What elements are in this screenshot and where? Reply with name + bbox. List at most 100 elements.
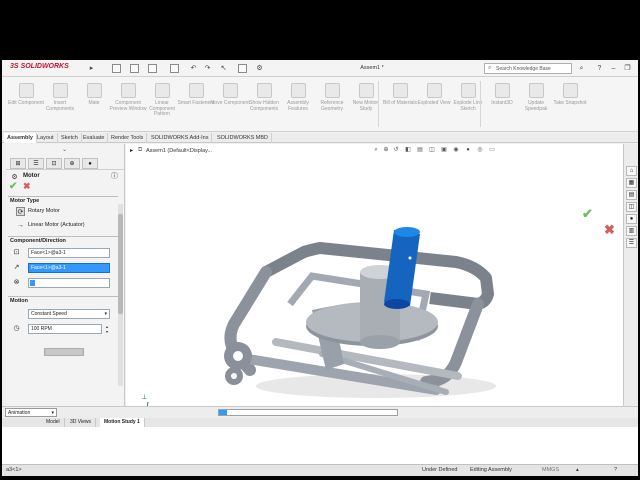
model-tabs-bar: Model 3D Views Motion Study 1 [2, 418, 638, 427]
cmd-label: Take Snapshot [553, 100, 587, 106]
motor-location-field[interactable]: Face<1>@a3-1 [28, 248, 110, 258]
section-divider [8, 296, 118, 297]
property-scrollbar[interactable] [118, 204, 123, 386]
search-placeholder: Search Knowledge Base [496, 66, 551, 72]
minimize-icon[interactable]: – [608, 63, 619, 74]
status-selection: a3<1> [6, 467, 22, 473]
playback-controls[interactable] [64, 408, 214, 417]
tab-3d-views[interactable]: 3D Views [66, 418, 97, 427]
relative-component-field[interactable] [28, 278, 110, 288]
speed-icon: ◷ [13, 325, 20, 332]
task-pane: ⌂ ▦ ▤ ◫ ● ▥ ☰ [623, 144, 638, 406]
print-icon[interactable] [170, 64, 179, 73]
rebuild-icon[interactable] [238, 64, 247, 73]
status-units-chevron-icon[interactable]: ▴ [576, 467, 579, 473]
new-document-icon[interactable] [112, 64, 121, 73]
view-palette-icon[interactable]: ◫ [626, 202, 637, 212]
search-icon: ⌕ [488, 65, 492, 71]
scrollbar-thumb[interactable] [118, 214, 123, 314]
menu-expand-icon[interactable]: ▸ [86, 63, 97, 74]
graph-preview [44, 348, 84, 356]
cmd-label: Instant3D [491, 100, 513, 106]
cmd-label: Edit Component [8, 100, 44, 106]
help-circle-icon[interactable]: ⓘ [110, 172, 119, 181]
cancel-x-button[interactable]: ✖ [23, 181, 31, 192]
timeline-marker[interactable] [219, 410, 227, 415]
document-title: Assem1 * [360, 65, 384, 71]
motion-type-select[interactable]: Constant Speed ▾ [28, 309, 110, 319]
ok-check-button[interactable]: ✔ [9, 181, 17, 192]
instant3d-icon [494, 83, 510, 98]
cmd-label: Mate [88, 100, 100, 106]
title-bar: 3S SOLIDWORKS ▸ ↶ ↷ ↖ ⚙ Assem1 * ⌕ Search… [2, 60, 638, 77]
tab-model[interactable]: Model [42, 418, 65, 427]
status-help-icon[interactable]: ? [614, 467, 617, 473]
panel-collapse-handle[interactable]: ⌄ [62, 146, 67, 153]
tab-motion-study-1[interactable]: Motion Study 1 [100, 418, 145, 427]
tab-assembly[interactable]: Assembly [4, 133, 37, 143]
linear-motor-icon[interactable]: → [16, 221, 25, 230]
tab-evaluate[interactable]: Evaluate [80, 133, 109, 143]
motor-cylinder-bottom [384, 299, 410, 309]
solidworks-resources-icon[interactable]: ⌂ [626, 166, 637, 176]
search-input[interactable]: ⌕ Search Knowledge Base [484, 63, 572, 74]
dimxpert-tab[interactable]: ⊕ [64, 158, 80, 169]
custom-properties-icon[interactable]: ▥ [626, 226, 637, 236]
tab-layout[interactable]: Layout [34, 133, 58, 143]
motion-timeline-area[interactable] [2, 427, 638, 464]
solidworks-window: 3S SOLIDWORKS ▸ ↶ ↷ ↖ ⚙ Assem1 * ⌕ Search… [2, 60, 638, 476]
help-icon[interactable]: ? [594, 63, 605, 74]
motor-location-icon: ⊡ [13, 249, 20, 256]
redo-icon[interactable]: ↷ [202, 63, 213, 74]
toolbar-separator [378, 81, 379, 127]
assembly-features-icon [290, 83, 306, 98]
appearances-icon[interactable]: ● [626, 214, 637, 224]
cmd-label: Bill of Materials [383, 100, 417, 106]
timeline-bar[interactable] [218, 409, 398, 416]
open-document-icon[interactable] [130, 64, 139, 73]
display-manager-tab[interactable]: ● [82, 158, 98, 169]
speedpak-icon [528, 83, 544, 98]
exploded-view-icon [426, 83, 442, 98]
select-arrow-icon[interactable]: ↖ [218, 63, 229, 74]
options-gear-icon[interactable]: ⚙ [254, 63, 265, 74]
view-triad-icon: ⟂ [142, 394, 147, 401]
motor-cylinder-top [394, 227, 420, 237]
linear-motor-option[interactable]: Linear Motor (Actuator) [28, 222, 85, 228]
motor-direction-field[interactable]: Face<1>@a3-1 [28, 263, 110, 273]
model-render [146, 227, 496, 406]
left-crank-hole [233, 351, 243, 361]
speed-input[interactable]: 100 RPM [28, 324, 102, 334]
status-units[interactable]: MMGS [542, 467, 559, 473]
window-restore-icon[interactable]: ❐ [622, 63, 633, 74]
move-component-icon [222, 83, 238, 98]
speed-spinner[interactable]: ▴ ▾ [104, 324, 110, 334]
design-library-icon[interactable]: ▦ [626, 178, 637, 188]
manager-tabs: ⊞ ☰ ⊡ ⊕ ● [6, 156, 125, 170]
property-manager-tab[interactable]: ☰ [28, 158, 44, 169]
file-explorer-icon[interactable]: ▤ [626, 190, 637, 200]
graphics-area[interactable]: ▸ ⧉ Assem1 (Default<Display... ⌕ ⊕ ↺ ◧ ▤… [126, 144, 623, 406]
tab-solidworks-mbd[interactable]: SOLIDWORKS MBD [214, 133, 273, 143]
tab-render-tools[interactable]: Render Tools [108, 133, 148, 143]
rotary-motor-icon[interactable]: ⟳ [16, 207, 25, 216]
linear-pattern-icon [154, 83, 170, 98]
rotary-motor-option[interactable]: Rotary Motor [28, 208, 60, 214]
forum-icon[interactable]: ☰ [626, 238, 637, 248]
cmd-label: Linear Component Pattern [149, 100, 175, 117]
save-icon[interactable] [148, 64, 157, 73]
tab-solidworks-add-ins[interactable]: SOLIDWORKS Add-Ins [148, 133, 213, 143]
status-under-defined: Under Defined [422, 467, 458, 473]
undo-icon[interactable]: ↶ [188, 63, 199, 74]
search-go-icon[interactable]: ⌕ [576, 63, 587, 74]
tab-sketch[interactable]: Sketch [58, 133, 82, 143]
component-direction-header: Component/Direction [10, 238, 66, 244]
study-type-select[interactable]: Animation ▾ [5, 408, 57, 417]
feature-manager-tab[interactable]: ⊞ [10, 158, 26, 169]
motion-header: Motion [10, 298, 29, 304]
ds-logo-icon: 3S [10, 63, 19, 70]
motor-direction-icon[interactable]: ↗ [12, 263, 21, 272]
cmd-snapshot-button[interactable]: Take Snapshot [550, 81, 590, 129]
status-editing: Editing Assembly [470, 467, 512, 473]
configuration-manager-tab[interactable]: ⊡ [46, 158, 62, 169]
